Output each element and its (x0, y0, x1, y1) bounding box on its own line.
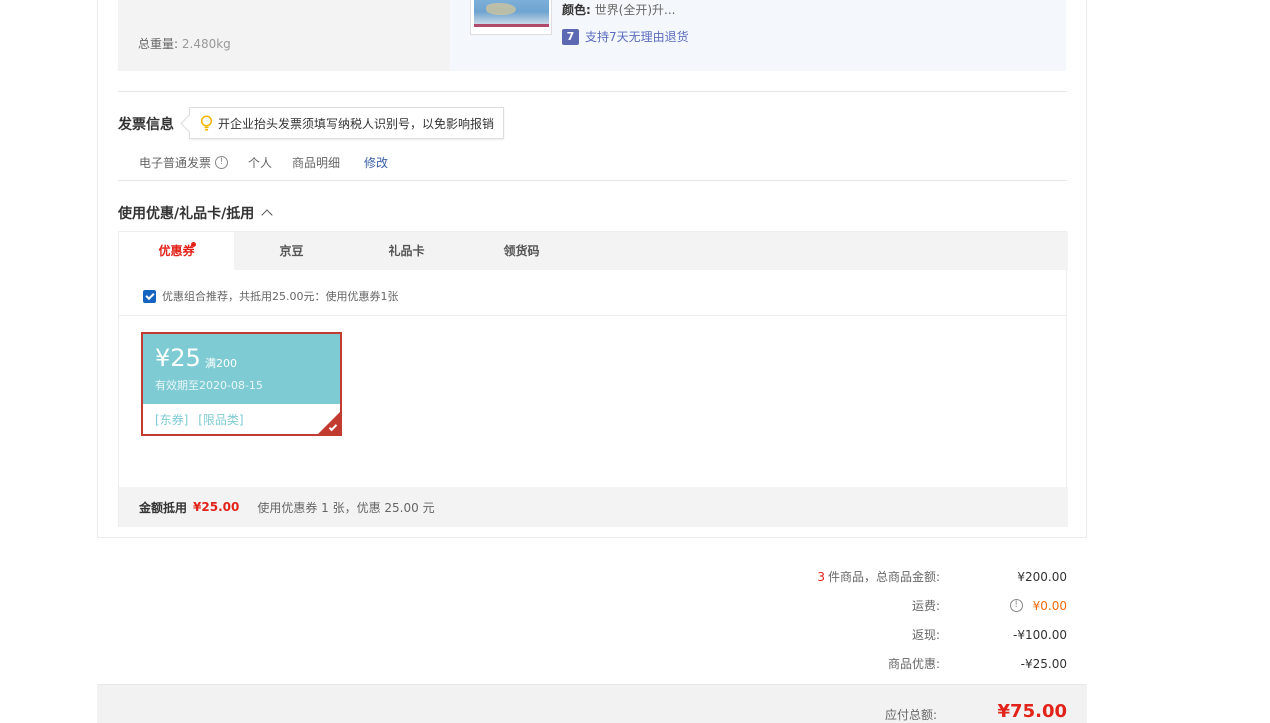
summary-description: 使用优惠券 1 张，优惠 25.00 元 (257, 500, 435, 515)
shipping-row: 运费: ! ¥0.00 (700, 591, 1067, 620)
summary-label: 金额抵用 (139, 500, 188, 515)
discount-row: 商品优惠: -¥25.00 (700, 649, 1067, 678)
coupon-tags: [东券] [限品类] (155, 411, 250, 428)
coupon-expiry: 有效期至2020-08-15 (155, 379, 263, 392)
color-label: 颜色: (562, 3, 591, 17)
invoice-title-type: 个人 (248, 156, 273, 170)
lightbulb-icon (200, 115, 213, 131)
cashback-row: 返现: -¥100.00 (700, 620, 1067, 649)
cashback-label: 返现: (911, 628, 940, 642)
payable-value: ¥75.00 (997, 701, 1067, 722)
shipping-value: ¥0.00 (1032, 598, 1067, 613)
coupon-tag: [东券] (155, 413, 189, 427)
recommend-combo: 优惠组合推荐，共抵用25.00元：使用优惠券1张 (143, 288, 399, 304)
tab-coupons[interactable]: 优惠券 (119, 232, 234, 270)
invoice-title: 发票信息 (118, 117, 174, 133)
item-count: 3 (817, 570, 825, 584)
coupon-panel: 优惠券 京豆 礼品卡 领货码 优惠组合推荐，共抵用25.00元：使用优惠券1张 … (118, 231, 1068, 527)
payable-bar: 应付总额: ¥75.00 (97, 684, 1087, 723)
order-totals: 3 件商品，总商品金额: ¥200.00 运费: ! ¥0.00 返现: -¥10… (700, 562, 1067, 678)
coupon-header: ¥25 满200 有效期至2020-08-15 (143, 334, 340, 404)
cashback-value: -¥100.00 (1013, 627, 1067, 642)
divider (119, 315, 1066, 316)
info-icon[interactable]: ! (1009, 599, 1023, 612)
tab-label: 领货码 (503, 244, 540, 258)
recommend-text: 优惠组合推荐，共抵用25.00元：使用优惠券1张 (162, 290, 399, 303)
divider (118, 91, 1067, 92)
coupon-card[interactable]: ¥25 满200 有效期至2020-08-15 [东券] [限品类] (141, 332, 342, 436)
weight-label: 总重量: (138, 37, 179, 51)
discount-label: 商品优惠: (887, 657, 940, 671)
invoice-tip-text: 开企业抬头发票须填写纳税人识别号，以免影响报销 (218, 116, 495, 131)
tab-gift-card[interactable]: 礼品卡 (349, 232, 464, 270)
tab-label: 优惠券 (158, 244, 195, 258)
items-label-text: 件商品，总商品金额: (827, 570, 940, 584)
recommend-checkbox[interactable] (143, 289, 156, 303)
invoice-type: 电子普通发票 (139, 156, 212, 170)
tab-label: 京豆 (279, 244, 304, 258)
shipping-label: 运费: (911, 599, 940, 613)
total-items-row: 3 件商品，总商品金额: ¥200.00 (700, 562, 1067, 591)
new-dot-badge (191, 242, 196, 247)
invoice-details: 电子普通发票 ! 个人 商品明细 修改 (139, 154, 388, 171)
color-value: 世界(全开)升... (594, 3, 676, 17)
coupon-section-toggle[interactable]: 使用优惠/礼品卡/抵用 (118, 203, 273, 223)
world-map-image (474, 0, 549, 27)
summary-amount: ¥25.00 (193, 500, 240, 514)
chevron-up-icon (261, 209, 273, 221)
tab-label: 礼品卡 (388, 244, 425, 258)
shipping-value-wrap: ! ¥0.00 (940, 599, 1067, 613)
return-policy-text: 支持7天无理由退货 (585, 30, 689, 44)
return-policy: 7 支持7天无理由退货 (562, 28, 689, 45)
product-item: 颜色: 世界(全开)升... 7 支持7天无理由退货 (450, 0, 1066, 71)
tab-redeem-code[interactable]: 领货码 (464, 232, 579, 270)
coupon-amount: ¥25 (155, 344, 201, 372)
info-icon[interactable]: ! (215, 156, 229, 169)
payable-label: 应付总额: (885, 708, 938, 722)
divider (118, 180, 1067, 181)
seven-day-return-icon: 7 (562, 28, 579, 45)
tab-jingdou[interactable]: 京豆 (234, 232, 349, 270)
weight-value: 2.480kg (181, 37, 231, 51)
coupon-tag: [限品类] (198, 413, 244, 427)
coupon-section-title: 使用优惠/礼品卡/抵用 (118, 206, 255, 222)
items-label: 3 件商品，总商品金额: (700, 568, 940, 585)
invoice-edit-link[interactable]: 修改 (364, 154, 388, 171)
product-color: 颜色: 世界(全开)升... (562, 1, 675, 18)
invoice-tip: 开企业抬头发票须填写纳税人识别号，以免影响报销 (189, 107, 504, 139)
total-weight: 总重量: 2.480kg (138, 35, 231, 52)
coupon-summary: 金额抵用 ¥25.00 使用优惠券 1 张，优惠 25.00 元 (119, 487, 1068, 527)
invoice-content: 商品明细 (292, 156, 341, 170)
items-value: ¥200.00 (1017, 569, 1067, 584)
coupon-tabs: 优惠券 京豆 礼品卡 领货码 (119, 232, 1068, 270)
coupon-condition: 满200 (205, 357, 237, 370)
selected-corner (318, 412, 340, 434)
weight-box: 总重量: 2.480kg (118, 0, 450, 71)
product-thumbnail[interactable] (470, 0, 552, 35)
discount-value: -¥25.00 (1020, 656, 1067, 671)
